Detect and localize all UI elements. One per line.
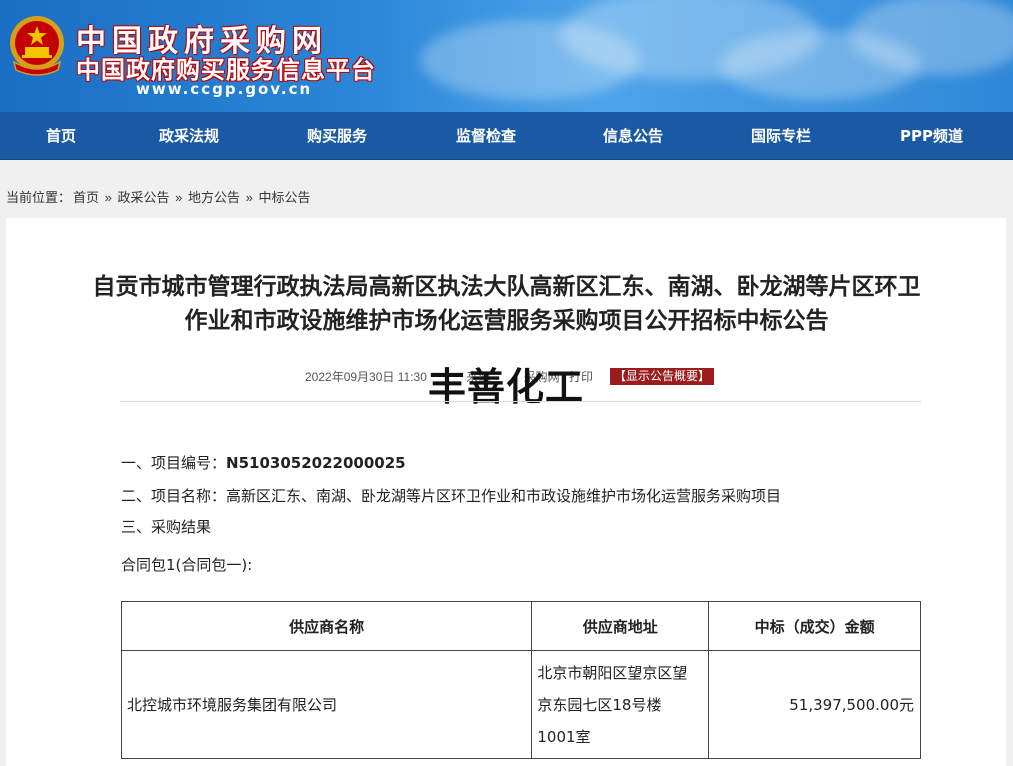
supplier-name: 北控城市环境服务集团有限公司 [120, 650, 533, 759]
project-name-label: 二、项目名称： [121, 487, 227, 505]
project-number-value: N5103052022000025 [226, 454, 406, 472]
nav-item-ppp[interactable]: PPP频道 [900, 112, 963, 160]
award-amount: 51,397,500.00元 [708, 650, 921, 759]
nav-item-supervision[interactable]: 监督检查 [456, 112, 516, 160]
publish-time: 2022年09月30日 11:30 [305, 370, 427, 384]
project-number-label: 一、项目编号： [121, 454, 227, 472]
header-address: 供应商地址 [531, 601, 710, 651]
page-title: 自贡市城市管理行政执法局高新区执法大队高新区汇东、南湖、卧龙湖等片区环卫 作业和… [0, 270, 1013, 338]
header-supplier: 供应商名称 [120, 601, 533, 651]
summary-button[interactable]: 【显示公告概要】 [610, 368, 715, 385]
project-number-line: 一、项目编号：N5103052022000025 [121, 452, 406, 473]
breadcrumb-local[interactable]: 地方公告 [188, 190, 240, 205]
breadcrumb-separator: » [175, 190, 183, 205]
table-header-row: 供应商名称 供应商地址 中标（成交）金额 [120, 601, 921, 651]
address-line-1: 北京市朝阳区望京区望 [537, 663, 688, 682]
result-table: 供应商名称 供应商地址 中标（成交）金额 北控城市环境服务集团有限公司 北京市朝… [120, 601, 921, 759]
divider [121, 401, 921, 402]
project-name-value: 高新区汇东、南湖、卧龙湖等片区环卫作业和市政设施维护市场化运营服务采购项目 [226, 487, 782, 505]
header-banner: 中国政府采购网 中国政府购买服务信息平台 www.ccgp.gov.cn [0, 0, 1013, 112]
breadcrumb-separator: » [245, 190, 253, 205]
address-line-3: 1001室 [537, 727, 591, 746]
breadcrumb-home[interactable]: 首页 [73, 190, 99, 205]
site-url[interactable]: www.ccgp.gov.cn [136, 80, 312, 98]
nav-item-international[interactable]: 国际专栏 [751, 112, 811, 160]
table-row: 北控城市环境服务集团有限公司 北京市朝阳区望京区望 京东园七区18号楼 1001… [120, 650, 921, 759]
header-amount: 中标（成交）金额 [708, 601, 921, 651]
breadcrumb-prefix: 当前位置： [6, 190, 72, 205]
project-name-line: 二、项目名称：高新区汇东、南湖、卧龙湖等片区环卫作业和市政设施维护市场化运营服务… [121, 485, 781, 506]
address-line-2: 京东园七区18号楼 [537, 695, 662, 714]
title-line-2: 作业和市政设施维护市场化运营服务采购项目公开招标中标公告 [184, 308, 829, 334]
nav-item-regulations[interactable]: 政采法规 [159, 112, 219, 160]
main-nav: 首页 政采法规 购买服务 监督检查 信息公告 国际专栏 PPP频道 [0, 112, 1013, 160]
nav-item-announcements[interactable]: 信息公告 [603, 112, 663, 160]
result-heading: 三、采购结果 [121, 518, 212, 536]
supplier-address: 北京市朝阳区望京区望 京东园七区18号楼 1001室 [531, 650, 710, 759]
national-emblem-icon [10, 16, 64, 76]
breadcrumb-separator: » [104, 190, 112, 205]
breadcrumb-procurement[interactable]: 政采公告 [118, 190, 170, 205]
nav-item-purchase-service[interactable]: 购买服务 [307, 112, 367, 160]
package-label: 合同包1(合同包一): [121, 556, 253, 574]
watermark-text: 丰善化工 [428, 365, 585, 409]
breadcrumb-award[interactable]: 中标公告 [259, 190, 311, 205]
nav-item-home[interactable]: 首页 [46, 112, 76, 160]
breadcrumb: 当前位置： 首页 » 政采公告 » 地方公告 » 中标公告 [6, 187, 313, 206]
title-line-1: 自贡市城市管理行政执法局高新区执法大队高新区汇东、南湖、卧龙湖等片区环卫 [92, 274, 921, 300]
